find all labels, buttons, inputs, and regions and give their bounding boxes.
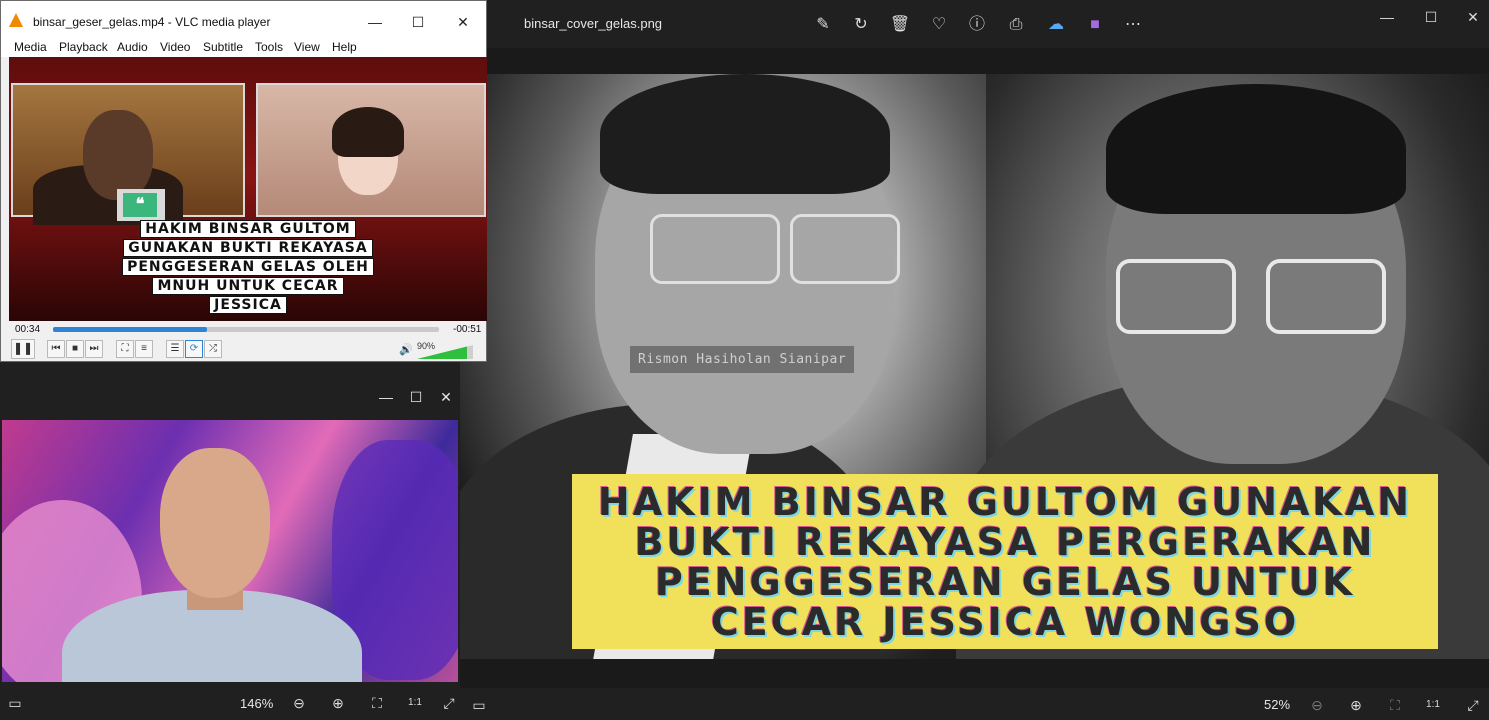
vlc-controls: 00:34 -00:51 ❚❚ ⏮ ■ ⏭ ⛶ ≡ ☰ ⟳ ⤮ 🔊 90% [1,321,486,361]
caption-line: PENGGESERAN GELAS OLEH [122,258,374,276]
seek-bar-fill [53,327,208,332]
maximize-icon[interactable]: ☐ [404,11,432,33]
watermark-text: Rismon Hasiholan Sianipar [630,346,855,373]
menu-media[interactable]: Media [14,40,47,54]
caption-line: GUNAKAN BUKTI REKAYASA [123,239,373,257]
close-icon[interactable]: ✕ [1458,6,1488,28]
webcam-feed [2,420,458,682]
video-pane-witness [256,83,486,217]
headline-line: PENGGESERAN GELAS UNTUK [654,559,1356,604]
next-button[interactable]: ⏭ [85,340,103,358]
loop-button[interactable]: ⟳ [185,340,203,358]
fit-to-window-icon[interactable]: ⛶ [1386,696,1404,714]
edit-icon[interactable]: ✎ [812,14,834,36]
menu-audio[interactable]: Audio [117,40,148,54]
extended-settings-button[interactable]: ≡ [135,340,153,358]
headline-line: HAKIM BINSAR GULTOM GUNAKAN [597,479,1413,524]
shuffle-button[interactable]: ⤮ [204,340,222,358]
fullscreen-icon[interactable]: ⤢ [440,694,458,712]
elapsed-time: 00:34 [15,324,41,335]
webcam-statusbar: ▭ 146% ⊖ ⊕ ⛶ 1:1 ⤢ [0,686,460,720]
minimize-icon[interactable]: — [361,11,389,33]
maximize-icon[interactable]: ☐ [1416,6,1446,28]
playlist-button[interactable]: ☰ [166,340,184,358]
caption-line: JESSICA [209,296,287,314]
vlc-cone-icon [9,13,23,27]
fullscreen-button[interactable]: ⛶ [116,340,134,358]
actual-size-icon[interactable]: 1:1 [406,694,424,712]
actual-size-icon[interactable]: 1:1 [1424,696,1442,714]
webcam-window: — ☐ ✕ ▭ 146% ⊖ ⊕ ⛶ 1:1 ⤢ [0,376,460,720]
filmstrip-icon[interactable]: ▭ [6,694,24,712]
minimize-icon[interactable]: — [1372,6,1402,28]
pause-button[interactable]: ❚❚ [11,339,35,359]
close-icon[interactable]: ✕ [449,11,477,33]
speaker-icon[interactable]: 🔊 [399,343,413,356]
video-pane-judge: ❝ [11,83,245,225]
heart-icon[interactable]: ♡ [928,14,950,36]
menu-playback[interactable]: Playback [59,40,108,54]
vlc-menubar: Media Playback Audio Video Subtitle Tool… [1,37,486,57]
webcam-titlebar: — ☐ ✕ [0,376,460,418]
minimize-icon[interactable]: — [374,386,398,408]
headline-banner: HAKIM BINSAR GULTOM GUNAKAN BUKTI REKAYA… [572,474,1438,649]
filmstrip-icon[interactable]: ▭ [470,696,488,714]
remaining-time: -00:51 [453,324,482,335]
stop-button[interactable]: ■ [66,340,84,358]
zoom-in-icon[interactable]: ⊕ [329,694,347,712]
headline-line: BUKTI REKAYASA PERGERAKAN [634,519,1376,564]
caption-line: MNUH UNTUK CECAR [152,277,344,295]
seek-bar[interactable] [53,327,439,332]
viewer-filename: binsar_cover_gelas.png [524,16,663,31]
zoom-in-icon[interactable]: ⊕ [1347,696,1365,714]
vlc-video-area[interactable]: ❝ HAKIM BINSAR GULTOM GUNAKAN BUKTI REKA… [9,57,487,321]
delete-icon[interactable]: 🗑 [889,14,911,36]
zoom-level: 52% [1264,697,1291,712]
vlc-window: binsar_geser_gelas.mp4 - VLC media playe… [0,0,487,362]
menu-view[interactable]: View [294,40,320,54]
fullscreen-icon[interactable]: ⤢ [1464,696,1482,714]
quote-icon: ❝ [123,193,157,217]
maximize-icon[interactable]: ☐ [404,386,428,408]
info-icon[interactable]: ⓘ [966,14,988,36]
close-icon[interactable]: ✕ [434,386,458,408]
more-icon[interactable]: ⋯ [1122,14,1144,36]
clipchamp-icon[interactable]: ■ [1084,14,1106,36]
menu-help[interactable]: Help [332,40,357,54]
headline-line: CECAR JESSICA WONGSO [710,599,1300,644]
viewer-statusbar: ▭ 52% ⊖ ⊕ ⛶ 1:1 ⤢ [460,688,1489,720]
menu-video[interactable]: Video [160,40,190,54]
rotate-icon[interactable]: ↻ [850,14,872,36]
caption-line: HAKIM BINSAR GULTOM [140,220,356,238]
onedrive-icon[interactable]: ☁ [1045,14,1067,36]
previous-button[interactable]: ⏮ [47,340,65,358]
zoom-out-icon[interactable]: ⊖ [290,694,308,712]
menu-subtitle[interactable]: Subtitle [203,40,243,54]
menu-tools[interactable]: Tools [255,40,283,54]
cover-image: Rismon Hasiholan Sianipar HAKIM BINSAR G… [460,74,1489,659]
volume-label: 90% [417,341,436,351]
fit-to-window-icon[interactable]: ⛶ [368,694,386,712]
video-caption: HAKIM BINSAR GULTOM GUNAKAN BUKTI REKAYA… [9,219,487,314]
vlc-titlebar: binsar_geser_gelas.mp4 - VLC media playe… [1,1,486,37]
image-canvas[interactable]: Rismon Hasiholan Sianipar HAKIM BINSAR G… [460,48,1489,688]
vlc-window-title: binsar_geser_gelas.mp4 - VLC media playe… [33,15,271,29]
zoom-out-icon[interactable]: ⊖ [1308,696,1326,714]
print-icon[interactable]: ⎙ [1005,14,1027,36]
zoom-level: 146% [240,696,274,711]
